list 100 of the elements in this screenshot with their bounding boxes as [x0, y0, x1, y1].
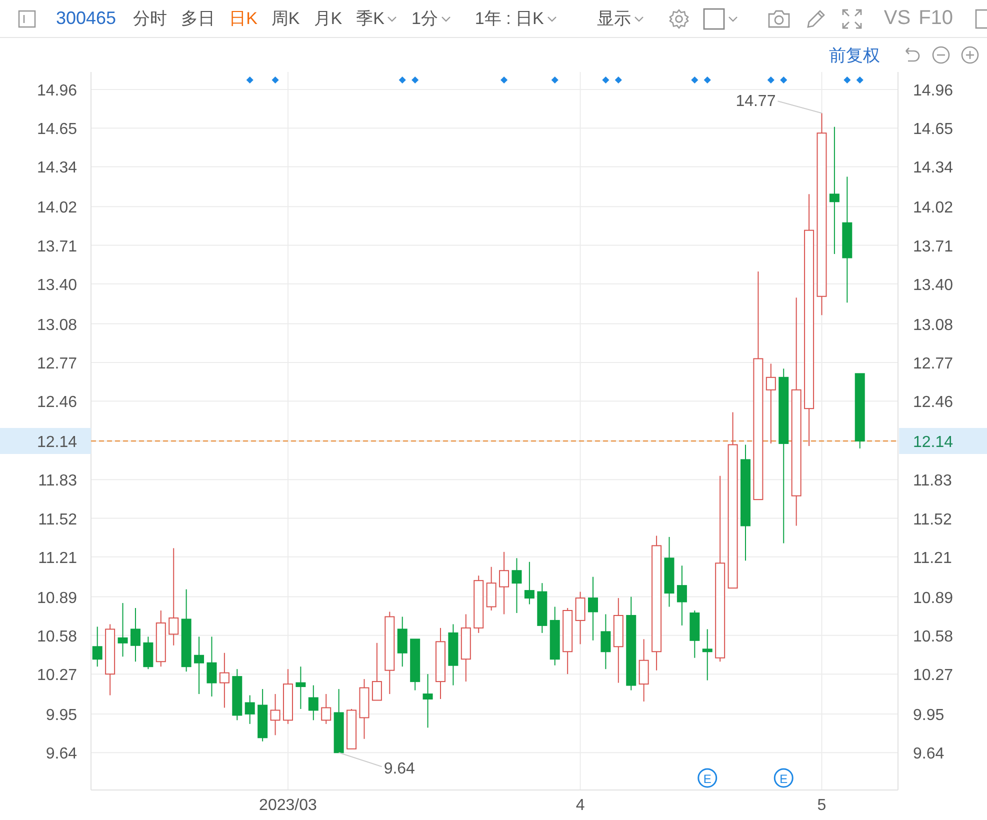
zoom-out-icon[interactable] — [931, 45, 951, 65]
axis-label: 10.58 — [913, 628, 954, 646]
candle-wick — [605, 614, 606, 670]
axis-label: 12.46 — [913, 394, 954, 412]
low-price-label: 9.64 — [384, 760, 415, 778]
pencil-icon[interactable] — [804, 8, 827, 30]
axis-label: 12.46 — [36, 394, 77, 412]
axis-label: 11.21 — [38, 550, 77, 567]
axis-label: 11.21 — [913, 550, 952, 567]
settings-icon[interactable] — [668, 8, 690, 30]
axis-label: 11.52 — [913, 511, 952, 528]
axis-label: 12.14 — [36, 434, 77, 451]
interval-select[interactable]: 1分 — [404, 7, 458, 30]
candle-body — [842, 222, 852, 258]
axis-label: 13.71 — [36, 238, 77, 256]
axis-label: 13.40 — [36, 276, 77, 294]
candle-wick — [198, 636, 200, 695]
axis-label: 14.34 — [913, 160, 954, 177]
axis-label: 13.40 — [913, 276, 954, 294]
candle-wick — [122, 602, 124, 658]
candle-wick — [580, 591, 581, 645]
candle-body — [600, 631, 611, 652]
candle-wick — [224, 652, 225, 708]
axis-label: 10.89 — [913, 590, 954, 607]
candle-body — [778, 376, 789, 444]
candle-body — [410, 638, 420, 682]
event-badge[interactable]: E — [698, 768, 718, 788]
axis-label: 14.02 — [913, 200, 954, 217]
axis-label: 2023/03 — [259, 797, 317, 814]
caret-icon — [440, 14, 451, 22]
axis-label: 13.08 — [36, 316, 77, 334]
candle-wick — [706, 628, 708, 681]
leader-line — [777, 100, 822, 114]
axis-label: 11.83 — [38, 472, 77, 490]
range-select[interactable]: 1年 : 日K — [468, 7, 564, 30]
fullscreen-icon[interactable] — [840, 8, 863, 30]
period-tab[interactable]: 季K — [349, 7, 404, 30]
candle-wick — [592, 576, 594, 641]
caret-icon — [546, 14, 557, 22]
candle-wick — [402, 616, 403, 668]
candle-wick — [528, 561, 530, 605]
period-tab[interactable]: 多日 — [174, 7, 222, 30]
candle-wick — [312, 684, 314, 721]
axis-label: 14.65 — [913, 121, 954, 138]
candle-body — [244, 702, 255, 714]
candle-body — [766, 376, 776, 390]
axis-label: 12.77 — [913, 355, 954, 372]
axis-label: 13.71 — [913, 238, 954, 256]
axis-label: 12.14 — [913, 434, 954, 451]
axis-label: 9.64 — [913, 746, 944, 763]
period-tab[interactable]: 分时 — [126, 7, 174, 30]
candle-body — [550, 620, 560, 660]
candle-body — [702, 648, 712, 652]
axis-label: 14.96 — [913, 82, 954, 100]
axis-label: 11.83 — [913, 472, 952, 490]
axis-label: 14.02 — [36, 200, 77, 217]
candle-body — [397, 628, 408, 654]
axis-label: 12.77 — [36, 355, 77, 372]
axis-label: 4 — [576, 797, 585, 814]
candle-wick — [643, 638, 644, 702]
axis-label: 14.34 — [36, 160, 77, 177]
camera-icon[interactable] — [766, 8, 791, 30]
axis-label: 10.27 — [36, 667, 77, 684]
event-badge[interactable]: E — [774, 768, 794, 788]
axis-label: 5 — [817, 797, 826, 814]
axis-label: 14.96 — [36, 82, 77, 100]
axis-label: 10.27 — [913, 667, 954, 684]
candle-wick — [274, 694, 276, 736]
axis-label: 9.95 — [913, 706, 944, 724]
candle-body — [613, 614, 624, 648]
caret-icon — [634, 14, 644, 22]
candle-body — [499, 570, 510, 588]
candle-wick — [504, 551, 505, 615]
period-tab[interactable]: 月K — [306, 7, 350, 30]
candle-wick — [516, 558, 518, 614]
stock-code[interactable]: 300465 — [56, 8, 116, 29]
axis-label: 10.58 — [36, 628, 77, 646]
display-menu[interactable]: 显示 — [590, 7, 651, 30]
candle-wick — [211, 636, 212, 697]
candle-body — [690, 612, 700, 641]
leader-line — [338, 752, 382, 768]
panel-toggle-icon[interactable] — [17, 8, 37, 28]
candle-wick — [427, 674, 428, 728]
axis-label: 11.52 — [38, 511, 77, 528]
candle-wick — [134, 608, 136, 662]
zoom-in-icon[interactable] — [960, 45, 980, 65]
high-price-label: 14.77 — [736, 93, 776, 110]
axis-label: 10.89 — [36, 590, 77, 607]
candle-wick — [681, 565, 682, 626]
axis-label: 9.64 — [46, 746, 77, 763]
axis-label: 14.65 — [36, 121, 77, 138]
candle-wick — [300, 666, 302, 710]
adjust-mode-link[interactable]: 前复权 — [825, 44, 884, 66]
candle-wick — [326, 694, 327, 724]
candle-body — [854, 373, 865, 442]
square-select[interactable] — [702, 8, 739, 30]
period-tab[interactable]: 周K — [264, 7, 307, 30]
candle-wick — [490, 566, 492, 611]
candle-wick — [249, 694, 250, 724]
candle-body — [270, 710, 280, 721]
